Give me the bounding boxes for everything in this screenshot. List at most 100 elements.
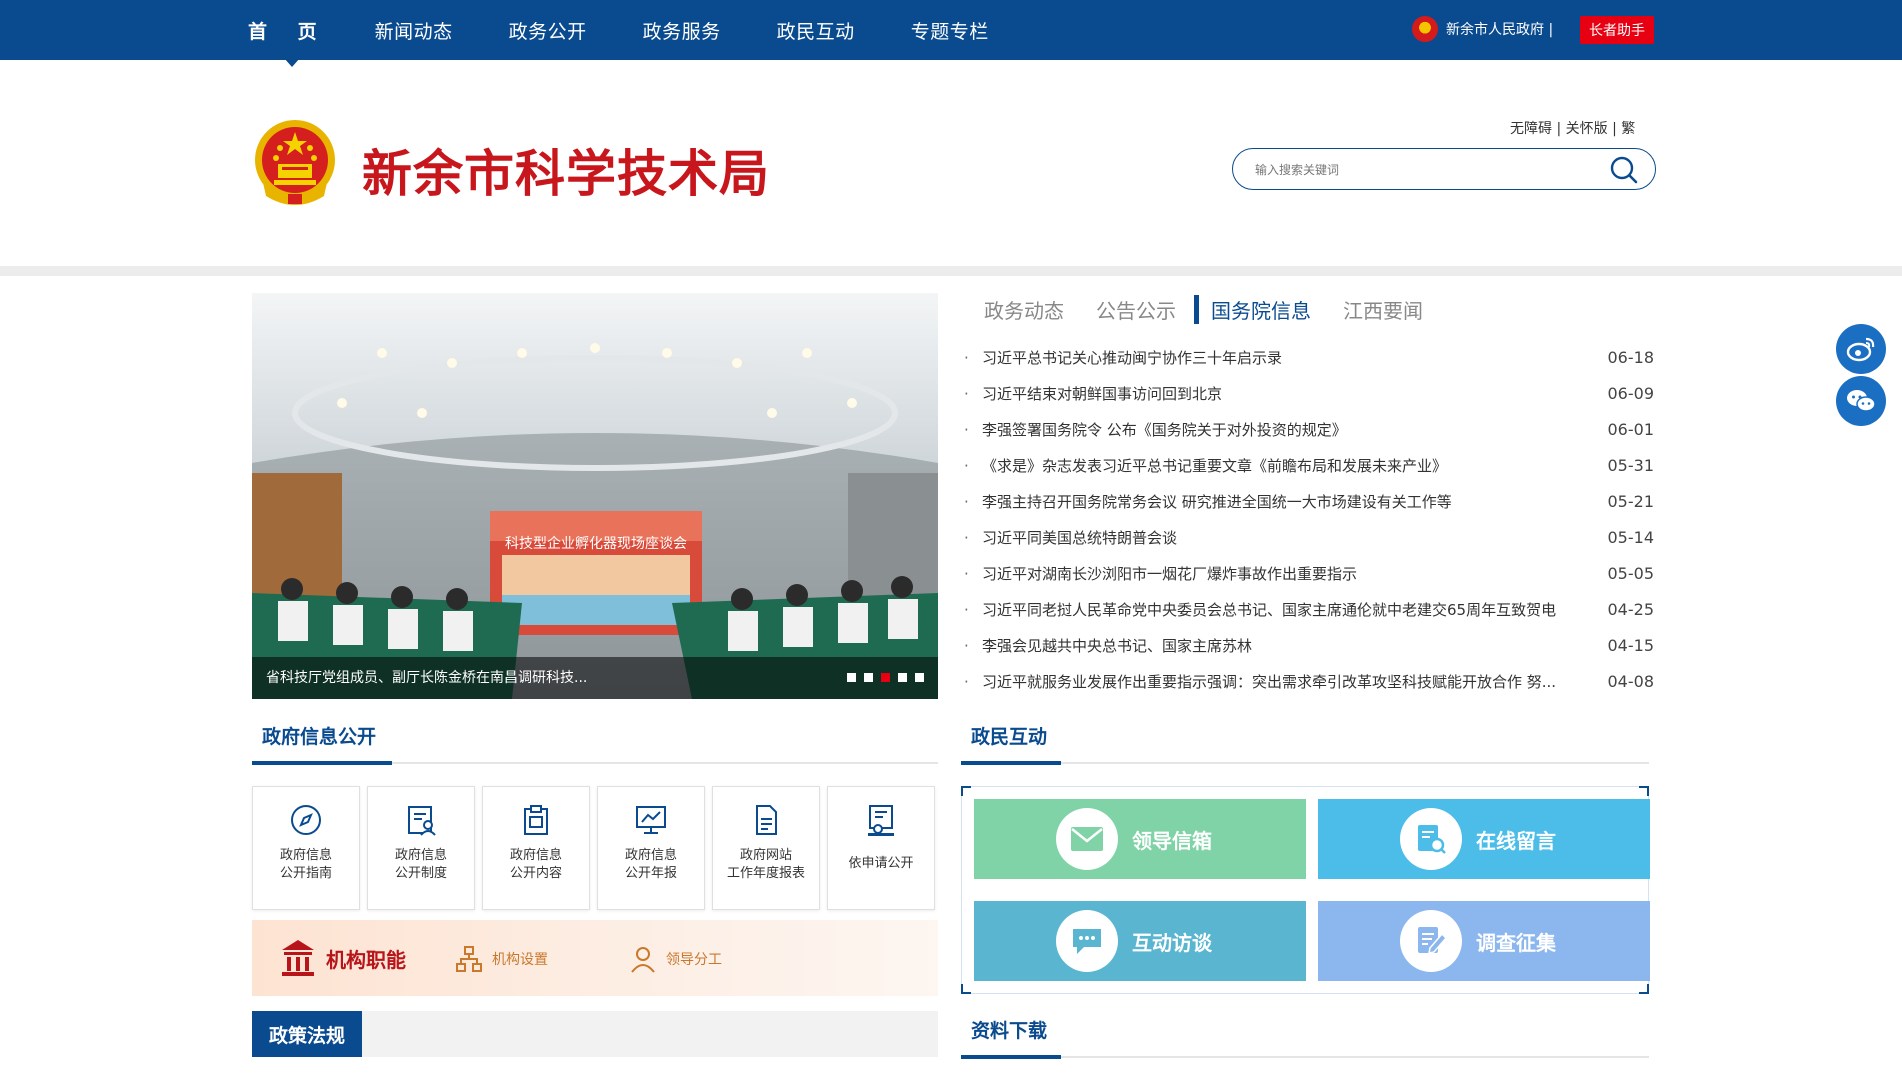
news-title[interactable]: 习近平同美国总统特朗普会谈	[982, 520, 1592, 556]
weibo-button[interactable]	[1836, 324, 1886, 374]
carousel-dots	[839, 673, 924, 682]
tab-jiangxi-news[interactable]: 江西要闻	[1343, 295, 1423, 324]
list-item[interactable]: · 习近平结束对朝鲜国事访问回到北京 06-09	[964, 376, 1654, 412]
active-nav-indicator	[284, 58, 300, 67]
news-tabs: 政务动态 公告公示 国务院信息 江西要闻	[984, 292, 1455, 326]
corner-mark	[1639, 984, 1649, 994]
carousel-dot-2[interactable]	[864, 673, 873, 682]
site-title: 新余市科学技术局	[362, 145, 770, 203]
corner-mark	[1639, 786, 1649, 796]
bullet: ·	[964, 673, 969, 691]
national-emblem-logo	[255, 120, 335, 205]
elder-assistant-button[interactable]: 长者助手	[1580, 16, 1654, 44]
section-divider	[961, 762, 1649, 764]
bullet: ·	[964, 493, 969, 511]
card-label: 政府信息 公开年报	[624, 848, 677, 881]
bullet: ·	[964, 385, 969, 403]
org-functions-label: 机构职能	[326, 947, 406, 972]
tile-label: 互动访谈	[1132, 930, 1212, 955]
news-title[interactable]: 《求是》杂志发表习近平总书记重要文章《前瞻布局和发展未来产业》	[982, 448, 1592, 484]
news-carousel[interactable]: 科技型企业孵化器现场座谈会 省科技厅党组成员、副厅长陈金桥在南昌调研科技...	[252, 293, 938, 699]
tile-survey[interactable]: 调查征集	[1318, 901, 1650, 981]
list-item[interactable]: · 习近平总书记关心推动闽宁协作三十年启示录 06-18	[964, 340, 1654, 376]
policy-header: 政策法规	[252, 1011, 938, 1057]
news-title[interactable]: 习近平对湖南长沙浏阳市一烟花厂爆炸事故作出重要指示	[982, 556, 1592, 592]
bullet: ·	[964, 601, 969, 619]
downloads-section-title[interactable]: 资料下载	[971, 1016, 1047, 1043]
tile-label: 在线留言	[1476, 828, 1556, 853]
wechat-button[interactable]	[1836, 376, 1886, 426]
policy-title[interactable]: 政策法规	[252, 1011, 362, 1057]
leader-division-label: 领导分工	[666, 952, 722, 968]
info-section-header: 政府信息公开	[252, 722, 938, 765]
card-annual-report[interactable]: 政府信息 公开年报	[597, 786, 705, 910]
accessibility-links[interactable]: 无障碍 | 关怀版 | 繁	[1510, 118, 1635, 138]
card-disclosure-content[interactable]: 政府信息 公开内容	[482, 786, 590, 910]
nav-item-topics[interactable]: 专题专栏	[911, 17, 989, 44]
bullet: ·	[964, 421, 969, 439]
list-item[interactable]: · 李强会见越共中央总书记、国家主席苏林 04-15	[964, 628, 1654, 664]
list-item[interactable]: · 习近平就服务业发展作出重要指示强调：突出需求牵引改革攻坚科技赋能开放合作 努.…	[964, 664, 1654, 700]
list-item[interactable]: · 《求是》杂志发表习近平总书记重要文章《前瞻布局和发展未来产业》 05-31	[964, 448, 1654, 484]
tab-state-council[interactable]: 国务院信息	[1194, 294, 1311, 324]
mail-icon	[1056, 808, 1118, 870]
news-title[interactable]: 李强会见越共中央总书记、国家主席苏林	[982, 628, 1592, 664]
list-item[interactable]: · 习近平对湖南长沙浏阳市一烟花厂爆炸事故作出重要指示 05-05	[964, 556, 1654, 592]
org-functions-link[interactable]: 机构职能	[280, 938, 406, 978]
news-title[interactable]: 习近平就服务业发展作出重要指示强调：突出需求牵引改革攻坚科技赋能开放合作 努..…	[982, 664, 1592, 700]
news-list: · 习近平总书记关心推动闽宁协作三十年启示录 06-18 · 习近平结束对朝鲜国事访问…	[964, 340, 1654, 700]
main-nav: 首 页 新闻动态 政务公开 政务服务 政民互动 专题专栏	[248, 0, 1045, 60]
news-title[interactable]: 习近平结束对朝鲜国事访问回到北京	[982, 376, 1592, 412]
list-item[interactable]: · 李强签署国务院令 公布《国务院关于对外投资的规定》 06-01	[964, 412, 1654, 448]
carousel-dot-3[interactable]	[881, 673, 890, 682]
card-apply-disclosure[interactable]: 依申请公开	[827, 786, 935, 910]
list-item[interactable]: · 李强主持召开国务院常务会议 研究推进全国统一大市场建设有关工作等 05-21	[964, 484, 1654, 520]
national-emblem-icon	[1412, 16, 1438, 42]
news-title[interactable]: 习近平总书记关心推动闽宁协作三十年启示录	[982, 340, 1592, 376]
carousel-dot-5[interactable]	[915, 673, 924, 682]
org-chart-icon	[456, 946, 482, 972]
org-setup-link[interactable]: 机构设置	[454, 944, 548, 974]
card-website-report[interactable]: 政府网站 工作年度报表	[712, 786, 820, 910]
weibo-icon	[1846, 337, 1875, 362]
card-disclosure-system[interactable]: 政府信息 公开制度	[367, 786, 475, 910]
news-date: 06-18	[1607, 348, 1655, 367]
news-title[interactable]: 习近平同老挝人民革命党中央委员会总书记、国家主席通伦就中老建交65周年互致贺电	[982, 592, 1592, 628]
bullet: ·	[964, 457, 969, 475]
carousel-dot-1[interactable]	[847, 673, 856, 682]
news-title[interactable]: 李强主持召开国务院常务会议 研究推进全国统一大市场建设有关工作等	[982, 484, 1592, 520]
search-box	[1232, 148, 1656, 190]
carousel-dot-4[interactable]	[898, 673, 907, 682]
info-section-title[interactable]: 政府信息公开	[262, 722, 376, 749]
list-item[interactable]: · 习近平同老挝人民革命党中央委员会总书记、国家主席通伦就中老建交65周年互致贺电…	[964, 592, 1654, 628]
tab-gov-dynamics[interactable]: 政务动态	[984, 295, 1064, 324]
search-input[interactable]	[1253, 158, 1593, 182]
tab-announcements[interactable]: 公告公示	[1096, 295, 1176, 324]
nav-item-interaction[interactable]: 政民互动	[777, 17, 855, 44]
nav-item-news[interactable]: 新闻动态	[375, 17, 453, 44]
tile-leader-mailbox[interactable]: 领导信箱	[974, 799, 1306, 879]
section-divider	[961, 1056, 1649, 1058]
card-label: 政府信息 公开指南	[279, 848, 332, 881]
list-item[interactable]: · 习近平同美国总统特朗普会谈 05-14	[964, 520, 1654, 556]
screen-text: 科技型企业孵化器现场座谈会	[505, 535, 687, 552]
news-date: 04-08	[1607, 672, 1655, 691]
org-banner: 机构职能 机构设置 领导分工	[252, 920, 938, 996]
document-person-icon	[408, 806, 436, 836]
city-gov-link[interactable]: 新余市人民政府 |	[1412, 16, 1553, 42]
nav-item-home[interactable]: 首 页	[248, 17, 329, 44]
nav-item-gov-affairs[interactable]: 政务公开	[509, 17, 587, 44]
leader-division-link[interactable]: 领导分工	[628, 944, 722, 974]
tile-interactive-interview[interactable]: 互动访谈	[974, 901, 1306, 981]
interaction-section-title[interactable]: 政民互动	[971, 722, 1047, 749]
card-disclosure-guide[interactable]: 政府信息 公开指南	[252, 786, 360, 910]
nav-item-gov-services[interactable]: 政务服务	[643, 17, 721, 44]
interaction-section-header: 政民互动	[961, 722, 1649, 765]
search-icon[interactable]	[1609, 155, 1639, 185]
form-icon	[868, 805, 894, 836]
carousel-caption[interactable]: 省科技厅党组成员、副厅长陈金桥在南昌调研科技...	[252, 657, 938, 699]
news-title[interactable]: 李强签署国务院令 公布《国务院关于对外投资的规定》	[982, 412, 1592, 448]
tile-online-message[interactable]: 在线留言	[1318, 799, 1650, 879]
news-date: 06-09	[1607, 384, 1655, 403]
tile-label: 调查征集	[1476, 930, 1556, 955]
